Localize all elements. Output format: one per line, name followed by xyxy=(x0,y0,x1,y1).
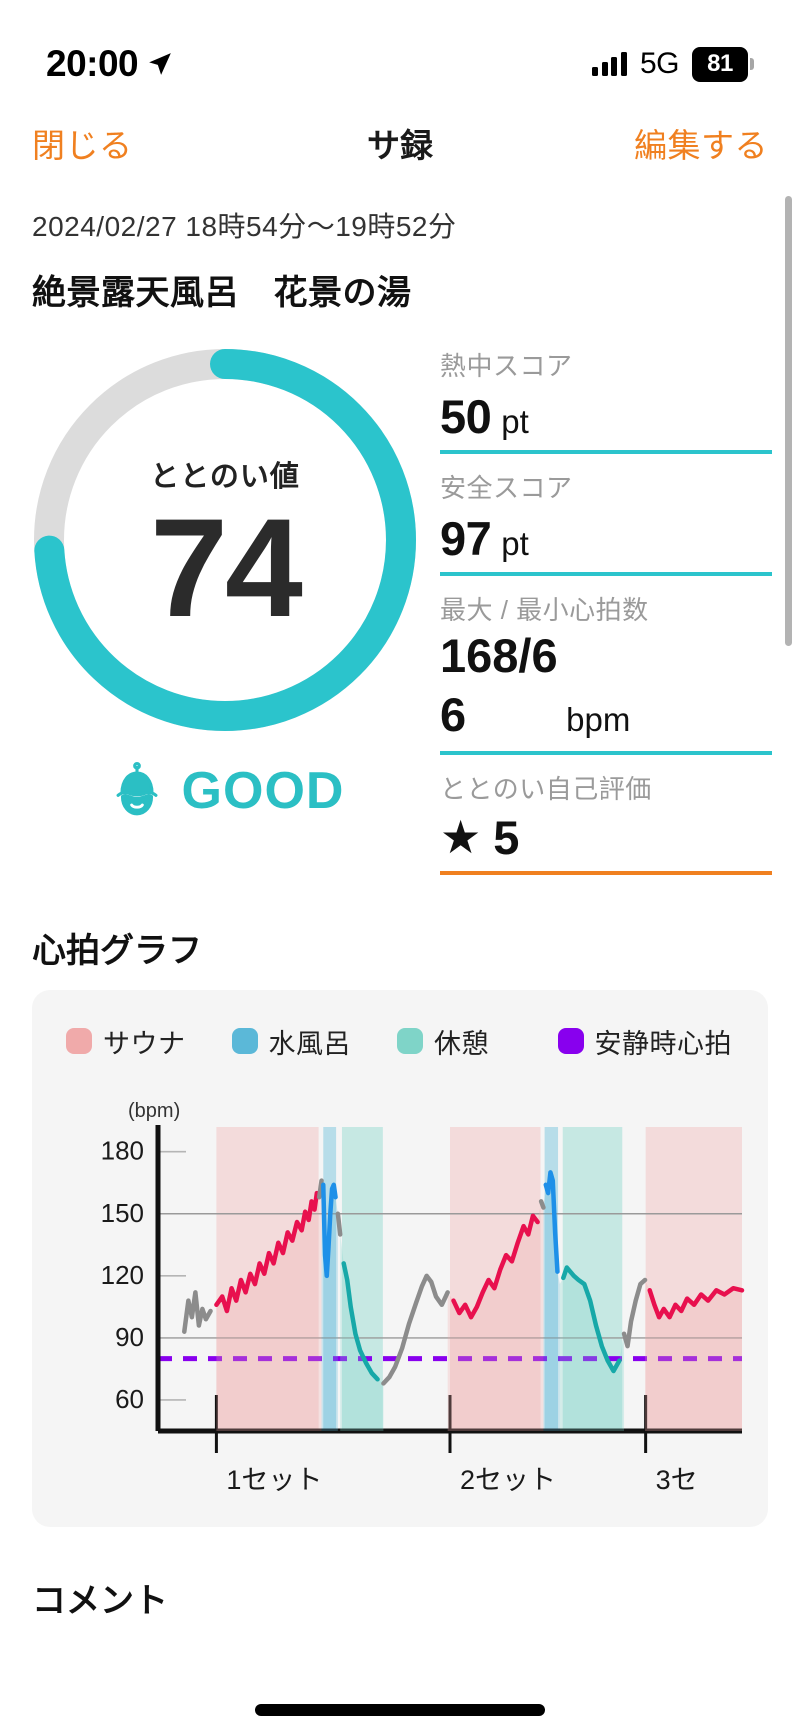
location-arrow-icon xyxy=(149,53,171,75)
sauna-hat-face-icon xyxy=(116,761,157,816)
legend-label: 安静時心拍 xyxy=(594,1028,732,1059)
page-title: サ録 xyxy=(367,127,433,164)
stat-unit: pt xyxy=(501,403,529,440)
scroll-content[interactable]: 2024/02/27 18時54分〜19時52分 絶景露天風呂 花景の湯 ととの… xyxy=(0,185,800,1732)
stat-label: 最大 / 最小心拍数 xyxy=(440,595,649,625)
stat-value-row: 50 pt xyxy=(440,389,772,444)
stat-value: 50 xyxy=(440,390,492,443)
stat-label: 熱中スコア xyxy=(440,351,573,381)
stat-self-rating[interactable]: ととのい自己評価 ★ 5 xyxy=(440,769,772,875)
stat-value-line2: 6 xyxy=(440,687,467,741)
legend-swatch xyxy=(66,1028,92,1054)
totonoi-gauge-block: ととのい値 74 GOOD xyxy=(10,340,440,889)
legend-swatch xyxy=(557,1028,584,1054)
venue-name: 絶景露天風呂 花景の湯 xyxy=(32,274,412,312)
svg-text:150: 150 xyxy=(101,1197,144,1227)
legend-item-sauna: サウナ xyxy=(66,1022,186,1061)
stat-value: 97 xyxy=(440,512,492,565)
svg-text:3セ: 3セ xyxy=(656,1465,698,1495)
home-indicator xyxy=(255,1704,545,1716)
legend-item-resting-hr: 安静時心拍 xyxy=(557,1022,733,1061)
stat-label: 安全スコア xyxy=(440,473,573,503)
chart-legend: サウナ 水風呂 休憩 安静時心拍 xyxy=(50,1012,750,1065)
stat-value-line1: 168/6 xyxy=(440,629,558,682)
status-bar: 20:00 5G 81 xyxy=(0,0,800,100)
battery-icon: 81 xyxy=(692,46,754,82)
heart-rate-chart-card: サウナ 水風呂 休憩 安静時心拍 (bpm) 60 90 120 150 180 1セット 2… xyxy=(32,989,768,1527)
gauge-center: ととのい値 74 xyxy=(25,340,425,740)
stats-list: 熱中スコア 50 pt 安全スコア 97 pt 最大 / 最小心拍数 168/6 xyxy=(440,340,800,889)
status-time: 20:00 xyxy=(46,43,139,84)
heart-rate-svg: (bpm) 60 90 120 150 180 1セット 2セット 3セ xyxy=(101,1100,745,1495)
stat-value-line2-row: 6 bpm xyxy=(440,686,772,745)
legend-item-rest: 休憩 xyxy=(397,1022,489,1061)
stat-value-row: 97 pt xyxy=(440,511,772,566)
stat-unit: pt xyxy=(501,525,529,562)
battery-percent: 81 xyxy=(692,46,748,82)
vertical-scrollbar[interactable] xyxy=(785,196,792,646)
session-meta: 2024/02/27 18時54分〜19時52分 絶景露天風呂 花景の湯 xyxy=(0,205,800,314)
gauge-value: 74 xyxy=(150,488,303,646)
svg-text:2セット: 2セット xyxy=(460,1465,556,1495)
app-screen: 20:00 5G 81 閉じる サ録 編集する 2024/02/27 18時54… xyxy=(0,0,800,1732)
svg-text:120: 120 xyxy=(101,1259,144,1289)
status-bar-left: 20:00 xyxy=(46,43,173,85)
star-icon: ★ xyxy=(440,811,482,863)
legend-label: サウナ xyxy=(103,1028,186,1059)
legend-label: 休憩 xyxy=(434,1028,489,1059)
star-rating[interactable]: ★ 5 xyxy=(440,810,772,865)
svg-text:1セット: 1セット xyxy=(226,1465,322,1495)
comment-section-title: コメント xyxy=(32,1581,168,1620)
stat-max-min-heart-rate: 最大 / 最小心拍数 168/6 6 bpm xyxy=(440,590,772,755)
legend-label: 水風呂 xyxy=(268,1028,351,1059)
svg-text:(bpm): (bpm) xyxy=(128,1100,180,1122)
status-badge-label: GOOD xyxy=(181,762,345,820)
cellular-bars-icon xyxy=(592,52,627,76)
status-bar-right: 5G 81 xyxy=(592,46,754,82)
network-label: 5G xyxy=(639,47,680,80)
nav-bar: 閉じる サ録 編集する xyxy=(0,103,800,183)
star-rating-value: 5 xyxy=(493,810,520,864)
stat-unit: bpm xyxy=(566,700,631,738)
summary-row: ととのい値 74 GOOD 熱中スコア 50 pt 安全スコア 97 pt 最大… xyxy=(0,340,800,889)
legend-swatch xyxy=(231,1028,258,1054)
chart-section-title: 心拍グラフ xyxy=(32,931,202,970)
legend-item-cold-bath: 水風呂 xyxy=(231,1022,352,1061)
session-date: 2024/02/27 18時54分〜19時52分 xyxy=(32,211,457,242)
stat-heat-score: 熱中スコア 50 pt xyxy=(440,346,772,454)
heart-rate-plot: (bpm) 60 90 120 150 180 1セット 2セット 3セ xyxy=(50,1079,750,1499)
stat-label: ととのい自己評価 xyxy=(440,773,652,804)
stat-safety-score: 安全スコア 97 pt xyxy=(440,468,772,576)
svg-text:180: 180 xyxy=(101,1135,144,1165)
legend-swatch xyxy=(397,1028,423,1054)
totonoi-gauge: ととのい値 74 xyxy=(25,340,425,740)
svg-text:90: 90 xyxy=(115,1321,144,1351)
svg-text:60: 60 xyxy=(115,1383,144,1413)
battery-cap xyxy=(750,58,754,70)
status-badge: GOOD xyxy=(106,760,345,822)
